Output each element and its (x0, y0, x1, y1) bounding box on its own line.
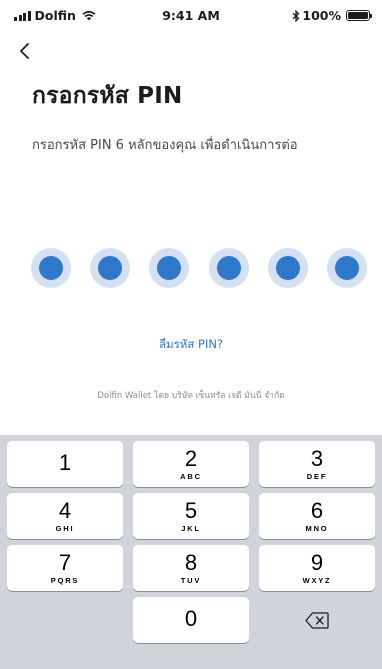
page-title: กรอกรหัส PIN (32, 83, 183, 109)
key-1[interactable]: 1 (7, 441, 123, 487)
key-number: 7 (58, 549, 72, 575)
pin-dot (267, 248, 308, 288)
footer-note: Dolfin Wallet โดย บริษัท เซ็นทรัล เจดี ม… (97, 391, 285, 401)
forgot-pin-link[interactable]: ลืมรหัส PIN? (0, 336, 382, 354)
key-9[interactable]: 9 WXYZ (259, 545, 375, 591)
bluetooth-icon (292, 9, 300, 22)
key-letters: PQRS (50, 575, 80, 585)
key-2[interactable]: 2 ABC (133, 441, 249, 487)
pin-dot (149, 248, 190, 288)
key-blank (7, 597, 123, 643)
key-6[interactable]: 6 MNO (259, 493, 375, 539)
status-right: 100% (292, 8, 372, 23)
key-number: 0 (184, 606, 198, 631)
key-3[interactable]: 3 DEF (259, 441, 375, 487)
key-letters: MNO (305, 523, 329, 533)
key-letters: JKL (181, 523, 201, 533)
key-number: 2 (184, 445, 198, 471)
key-number: 6 (310, 497, 324, 523)
key-letters: WXYZ (302, 575, 332, 585)
key-8[interactable]: 8 TUV (133, 545, 249, 591)
key-letters: ABC (180, 471, 202, 481)
key-0[interactable]: 0 (133, 597, 249, 643)
back-button[interactable] (14, 36, 44, 66)
pin-indicator (31, 248, 367, 288)
page-subtitle: กรอกรหัส PIN 6 หลักของคุณ เพื่อดำเนินการ… (32, 138, 298, 153)
key-letters: DEF (306, 471, 328, 481)
battery-percent: 100% (302, 8, 341, 23)
chevron-left-icon (20, 43, 29, 59)
pin-dot (31, 248, 71, 288)
key-letters: TUV (180, 575, 202, 585)
key-number: 3 (310, 445, 324, 471)
pin-dot (326, 248, 367, 288)
key-number: 4 (58, 497, 72, 523)
key-7[interactable]: 7 PQRS (7, 545, 123, 591)
key-number: 8 (184, 549, 198, 575)
key-number: 9 (310, 549, 324, 575)
key-4[interactable]: 4 GHI (7, 493, 123, 539)
delete-key[interactable] (259, 597, 375, 643)
backspace-icon (305, 611, 329, 629)
pin-dot (208, 248, 249, 288)
key-number: 1 (58, 450, 72, 475)
pin-dot (90, 248, 131, 288)
numeric-keypad: 1 2 ABC 3 DEF 4 GHI 5 JKL 6 MNO 7 PQRS 8 (0, 435, 382, 669)
battery-icon (346, 10, 372, 21)
status-bar: Dolfin 9:41 AM 100% (0, 0, 382, 34)
key-number: 5 (184, 497, 198, 523)
key-letters: GHI (55, 523, 75, 533)
key-5[interactable]: 5 JKL (133, 493, 249, 539)
